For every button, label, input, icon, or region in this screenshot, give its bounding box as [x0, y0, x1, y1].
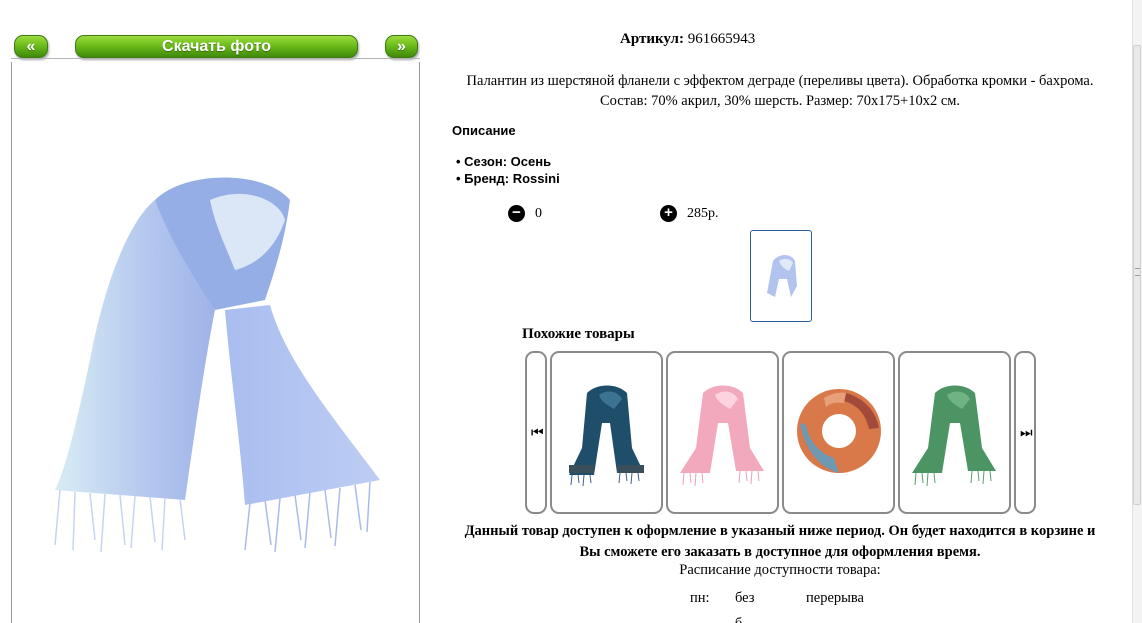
schedule-day: пн:: [690, 590, 710, 606]
sku-value: 961665943: [687, 31, 756, 47]
availability-line-2: Вы сможете его заказать в доступное для …: [579, 544, 981, 560]
sku-line: Артикул: 961665943: [620, 31, 940, 48]
price-value: 285р.: [687, 205, 719, 221]
property-brand: Бренд: Rossini: [456, 170, 560, 187]
photo-thumbnail[interactable]: [750, 230, 812, 322]
scrollbar-grip-icon: [1135, 268, 1140, 276]
gallery-divider: [11, 58, 420, 59]
add-to-cart: +285р.: [660, 205, 719, 223]
schedule-from: без: [735, 590, 755, 606]
orange-snood-image: [797, 389, 881, 473]
skip-forward-icon: ⏭: [1020, 425, 1033, 441]
similar-products-title: Похожие товары: [522, 326, 635, 342]
green-scarf-image: [912, 385, 996, 487]
availability-line-1: Данный товар доступен к оформление в ука…: [464, 523, 1096, 539]
plus-icon[interactable]: +: [660, 205, 677, 222]
description-line-1: Палантин из шерстяной фланели с эффектом…: [466, 73, 1094, 89]
schedule-title: Расписание доступности товара:: [679, 562, 881, 578]
quantity-value: 0: [535, 205, 542, 221]
similar-product-card[interactable]: [666, 351, 779, 514]
thumbnail-scarf-image: [767, 255, 797, 297]
carousel-prev-button[interactable]: ⏮: [525, 351, 547, 514]
description-line-2: Состав: 70% акрил, 30% шерсть. Размер: 7…: [599, 93, 961, 109]
download-photo-button[interactable]: Скачать фото: [75, 35, 358, 58]
sku-label: Артикул:: [620, 31, 684, 47]
description-heading: Описание: [452, 123, 516, 138]
property-season: Сезон: Осень: [456, 153, 560, 170]
previous-photo-button[interactable]: «: [14, 35, 48, 58]
quantity-stepper: −0: [508, 205, 542, 223]
property-list: Сезон: Осень Бренд: Rossini: [456, 153, 560, 187]
minus-icon[interactable]: −: [508, 205, 525, 222]
product-description: Палантин из шерстяной фланели с эффектом…: [430, 71, 1130, 111]
main-product-photo[interactable]: [35, 160, 395, 560]
schedule-next-row: б: [735, 616, 742, 623]
similar-product-card[interactable]: [782, 351, 895, 514]
pink-scarf-image: [680, 385, 764, 487]
carousel-next-button[interactable]: ⏭: [1014, 351, 1036, 514]
availability-notice: Данный товар доступен к оформление в ука…: [426, 521, 1134, 563]
schedule-to: перерыва: [806, 590, 864, 606]
similar-product-card[interactable]: [550, 351, 663, 514]
similar-product-card[interactable]: [898, 351, 1011, 514]
next-photo-button[interactable]: »: [385, 35, 418, 58]
navy-scarf-image: [569, 385, 644, 487]
skip-back-icon: ⏮: [531, 425, 544, 441]
